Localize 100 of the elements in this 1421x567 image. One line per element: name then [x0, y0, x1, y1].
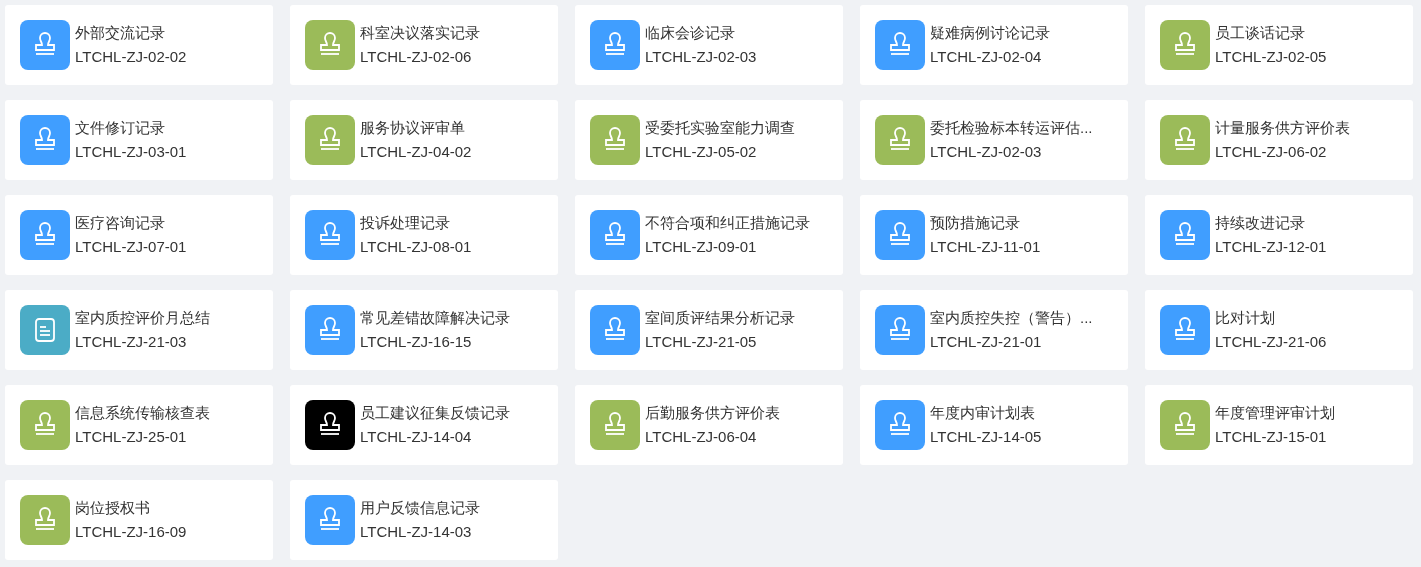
stamp-icon	[317, 507, 343, 533]
stamp-icon	[887, 222, 913, 248]
record-title: 不符合项和纠正措施记录	[645, 213, 810, 233]
record-card[interactable]: 持续改进记录 LTCHL-ZJ-12-01	[1145, 195, 1413, 275]
record-code: LTCHL-ZJ-12-01	[1215, 237, 1327, 257]
record-title: 信息系统传输核查表	[75, 403, 210, 423]
record-code: LTCHL-ZJ-14-04	[360, 427, 473, 447]
record-title: 医疗咨询记录	[75, 213, 166, 233]
record-code: LTCHL-ZJ-21-01	[930, 332, 1043, 352]
record-card[interactable]: 服务协议评审单 LTCHL-ZJ-04-02	[290, 100, 558, 180]
stamp-icon	[317, 222, 343, 248]
record-card[interactable]: 年度管理评审计划 LTCHL-ZJ-15-01	[1145, 385, 1413, 465]
record-card[interactable]: 委托检验标本转运评估... LTCHL-ZJ-02-03	[860, 100, 1128, 180]
stamp-icon	[887, 317, 913, 343]
record-card[interactable]: 计量服务供方评价表 LTCHL-ZJ-06-02	[1145, 100, 1413, 180]
record-title: 年度管理评审计划	[1215, 403, 1335, 423]
record-code: LTCHL-ZJ-03-01	[75, 142, 187, 162]
record-code: LTCHL-ZJ-21-03	[75, 332, 188, 352]
record-title: 室内质控评价月总结	[75, 308, 210, 328]
record-card[interactable]: 医疗咨询记录 LTCHL-ZJ-07-01	[5, 195, 273, 275]
record-card[interactable]: 比对计划 LTCHL-ZJ-21-06	[1145, 290, 1413, 370]
record-card[interactable]: 室间质评结果分析记录 LTCHL-ZJ-21-05	[575, 290, 843, 370]
record-card[interactable]: 员工建议征集反馈记录 LTCHL-ZJ-14-04	[290, 385, 558, 465]
stamp-icon	[317, 32, 343, 58]
record-card[interactable]: 岗位授权书 LTCHL-ZJ-16-09	[5, 480, 273, 560]
stamp-icon	[1172, 127, 1198, 153]
record-code: LTCHL-ZJ-21-06	[1215, 332, 1327, 352]
stamp-icon	[887, 127, 913, 153]
record-code: LTCHL-ZJ-05-02	[645, 142, 758, 162]
record-card[interactable]: 受委托实验室能力调查 LTCHL-ZJ-05-02	[575, 100, 843, 180]
record-title: 服务协议评审单	[360, 118, 466, 138]
record-card[interactable]: 信息系统传输核查表 LTCHL-ZJ-25-01	[5, 385, 273, 465]
document-icon	[33, 317, 57, 343]
record-title: 委托检验标本转运评估...	[930, 118, 1093, 138]
record-title: 岗位授权书	[75, 498, 151, 518]
stamp-icon	[32, 32, 58, 58]
record-card[interactable]: 员工谈话记录 LTCHL-ZJ-02-05	[1145, 5, 1413, 85]
record-code: LTCHL-ZJ-08-01	[360, 237, 472, 257]
record-title: 预防措施记录	[930, 213, 1021, 233]
record-title: 用户反馈信息记录	[360, 498, 480, 518]
record-card[interactable]: 年度内审计划表 LTCHL-ZJ-14-05	[860, 385, 1128, 465]
record-title: 科室决议落实记录	[360, 23, 480, 43]
record-code: LTCHL-ZJ-16-15	[360, 332, 473, 352]
record-card[interactable]: 科室决议落实记录 LTCHL-ZJ-02-06	[290, 5, 558, 85]
record-title: 投诉处理记录	[360, 213, 451, 233]
record-title: 计量服务供方评价表	[1215, 118, 1350, 138]
record-card[interactable]: 外部交流记录 LTCHL-ZJ-02-02	[5, 5, 273, 85]
record-title: 文件修订记录	[75, 118, 166, 138]
stamp-icon	[1172, 412, 1198, 438]
record-code: LTCHL-ZJ-02-03	[930, 142, 1043, 162]
record-code: LTCHL-ZJ-16-09	[75, 522, 187, 542]
record-title: 员工谈话记录	[1215, 23, 1306, 43]
record-code: LTCHL-ZJ-04-02	[360, 142, 472, 162]
record-code: LTCHL-ZJ-02-04	[930, 47, 1043, 67]
record-code: LTCHL-ZJ-25-01	[75, 427, 188, 447]
record-code: LTCHL-ZJ-02-05	[1215, 47, 1327, 67]
record-card[interactable]: 常见差错故障解决记录 LTCHL-ZJ-16-15	[290, 290, 558, 370]
record-card[interactable]: 预防措施记录 LTCHL-ZJ-11-01	[860, 195, 1128, 275]
record-code: LTCHL-ZJ-14-03	[360, 522, 473, 542]
record-title: 室内质控失控（警告）...	[930, 308, 1093, 328]
record-card[interactable]: 投诉处理记录 LTCHL-ZJ-08-01	[290, 195, 558, 275]
stamp-icon	[602, 317, 628, 343]
stamp-icon	[602, 222, 628, 248]
record-title: 后勤服务供方评价表	[645, 403, 780, 423]
stamp-icon	[1172, 317, 1198, 343]
stamp-icon	[32, 507, 58, 533]
record-card[interactable]: 室内质控评价月总结 LTCHL-ZJ-21-03	[5, 290, 273, 370]
record-card[interactable]: 不符合项和纠正措施记录 LTCHL-ZJ-09-01	[575, 195, 843, 275]
record-title: 员工建议征集反馈记录	[360, 403, 510, 423]
stamp-icon	[1172, 32, 1198, 58]
record-card[interactable]: 疑难病例讨论记录 LTCHL-ZJ-02-04	[860, 5, 1128, 85]
stamp-icon	[317, 412, 343, 438]
record-code: LTCHL-ZJ-06-02	[1215, 142, 1328, 162]
stamp-icon	[32, 412, 58, 438]
record-title: 外部交流记录	[75, 23, 166, 43]
stamp-icon	[887, 412, 913, 438]
record-card[interactable]: 临床会诊记录 LTCHL-ZJ-02-03	[575, 5, 843, 85]
stamp-icon	[887, 32, 913, 58]
record-title: 室间质评结果分析记录	[645, 308, 795, 328]
record-card[interactable]: 用户反馈信息记录 LTCHL-ZJ-14-03	[290, 480, 558, 560]
record-title: 持续改进记录	[1215, 213, 1306, 233]
record-code: LTCHL-ZJ-11-01	[930, 237, 1041, 257]
stamp-icon	[32, 222, 58, 248]
record-code: LTCHL-ZJ-09-01	[645, 237, 758, 257]
record-code: LTCHL-ZJ-02-06	[360, 47, 473, 67]
record-card[interactable]: 室内质控失控（警告）... LTCHL-ZJ-21-01	[860, 290, 1128, 370]
record-card[interactable]: 文件修订记录 LTCHL-ZJ-03-01	[5, 100, 273, 180]
record-code: LTCHL-ZJ-02-03	[645, 47, 757, 67]
stamp-icon	[317, 317, 343, 343]
record-title: 年度内审计划表	[930, 403, 1036, 423]
stamp-icon	[602, 412, 628, 438]
record-code: LTCHL-ZJ-02-02	[75, 47, 187, 67]
record-code: LTCHL-ZJ-15-01	[1215, 427, 1328, 447]
stamp-icon	[317, 127, 343, 153]
record-code: LTCHL-ZJ-14-05	[930, 427, 1042, 447]
stamp-icon	[1172, 222, 1198, 248]
record-card[interactable]: 后勤服务供方评价表 LTCHL-ZJ-06-04	[575, 385, 843, 465]
record-title: 受委托实验室能力调查	[645, 118, 795, 138]
stamp-icon	[602, 127, 628, 153]
record-code: LTCHL-ZJ-06-04	[645, 427, 758, 447]
